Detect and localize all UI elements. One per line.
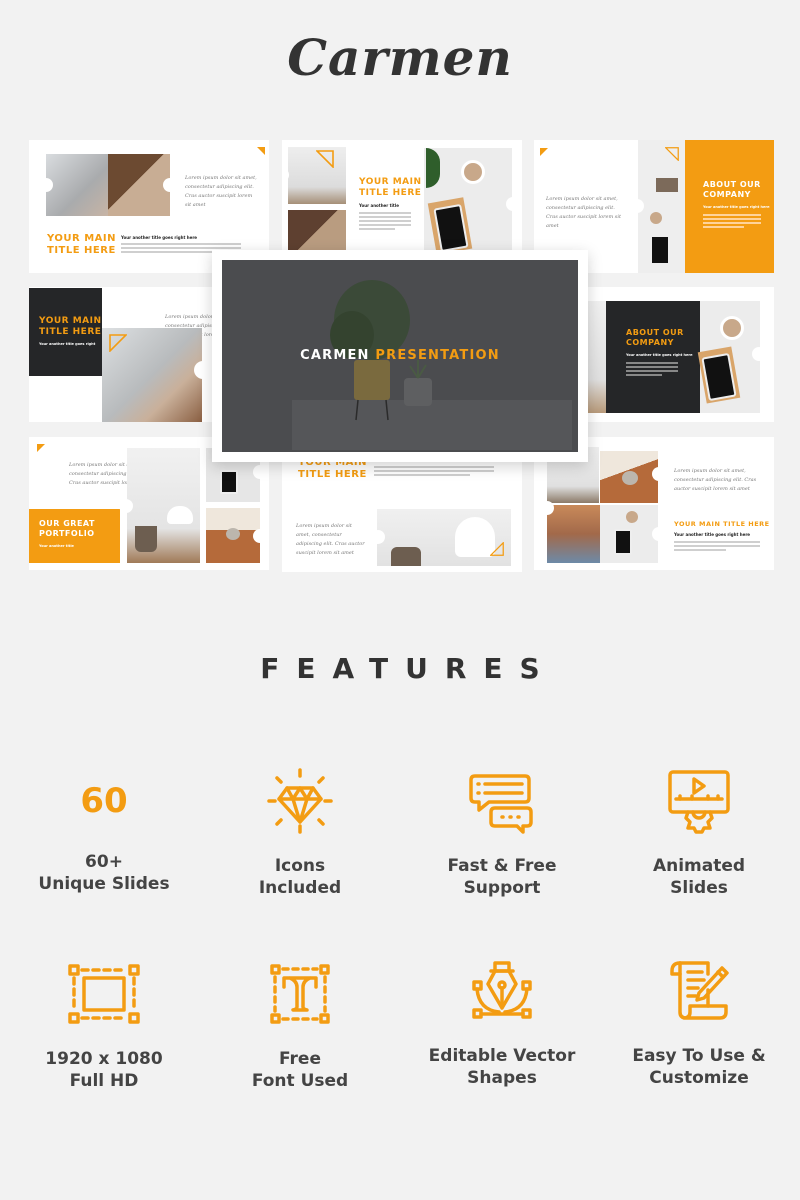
feature-free-font: Free Font Used [210, 958, 390, 1092]
animated-monitor-gear-icon [609, 765, 789, 837]
slide-subtitle: Your another title [39, 544, 74, 548]
orange-panel: OUR GREAT PORTFOLIO Your another title [29, 509, 120, 563]
slide-title: YOUR MAIN TITLE HERE [359, 177, 422, 198]
resize-frame-icon [14, 958, 194, 1030]
slide-subtitle: Your another title [359, 203, 399, 208]
tablet-coffee-photo [424, 148, 512, 250]
feature-animated-slides: Animated Slides [609, 765, 789, 899]
slide-subtitle: Your another title goes right here [703, 205, 770, 209]
slides-count: 60 [80, 781, 128, 821]
feature-icons-included: Icons Included [210, 765, 390, 899]
slide-title: YOUR MAIN TITLE HERE [47, 233, 116, 256]
slide-subtitle: Your another title goes right here [121, 235, 197, 240]
feature-unique-slides: 60 60+ Unique Slides [38, 781, 170, 894]
slide-subtitle: Your another title goes right here [626, 353, 693, 357]
dark-panel: YOUR MAIN TITLE HERE Your another title g… [29, 288, 102, 376]
slide-title: YOUR MAIN TITLE HERE [39, 316, 102, 337]
handwriting-text: Lorem ipsum dolor sit amet, consectetur … [185, 175, 257, 208]
woman-building-photo [46, 154, 108, 216]
chair-coffee-photo [638, 140, 688, 273]
slide-title: OUR GREAT PORTFOLIO [39, 519, 95, 538]
document-edit-icon [609, 955, 789, 1027]
brand-logo: Carmen [287, 28, 513, 87]
pen-tool-icon [412, 955, 592, 1027]
dark-panel: ABOUT OUR COMPANY Your another title goes… [606, 301, 700, 413]
woman-portrait-photo [547, 505, 600, 563]
door-photo [108, 154, 170, 216]
chair-basket-photo [377, 509, 511, 566]
hero-title: CARMEN PRESENTATION [300, 348, 500, 363]
hero-slide-preview[interactable]: CARMEN PRESENTATION [212, 250, 588, 462]
tablet-coffee-photo [600, 505, 658, 563]
features-heading: FEATURES [260, 652, 557, 685]
orange-panel: ABOUT OUR COMPANY Your another title goes… [685, 140, 774, 273]
handwriting-text: Lorem ipsum dolor sit amet, consectetur … [546, 196, 621, 229]
font-t-icon [210, 958, 390, 1030]
chair-basket-photo [127, 448, 200, 563]
slide-thumbnail-2[interactable]: YOUR MAIN TITLE HERE Your another title [282, 140, 522, 250]
plant-floor-photo [600, 451, 658, 503]
tablet-coffee-photo [697, 301, 760, 413]
diamond-icon [210, 765, 390, 837]
feature-full-hd: 1920 x 1080 Full HD [14, 958, 194, 1092]
handwriting-text: Lorem ipsum dolor sit amet, consectetur … [674, 468, 757, 492]
slide-subtitle: Your another title goes right [39, 342, 96, 346]
handwriting-text: Lorem ipsum dolor sit amet, consectetur … [296, 523, 365, 556]
chat-bubbles-icon [412, 765, 592, 837]
slide-title: YOUR MAIN TITLE HERE [674, 520, 770, 528]
feature-support: Fast & Free Support [412, 765, 592, 899]
feature-easy-customize: Easy To Use & Customize [609, 955, 789, 1089]
slide-subtitle: Your another title goes right here [674, 532, 750, 537]
feature-vector-shapes: Editable Vector Shapes [412, 955, 592, 1089]
slide-title: ABOUT OUR COMPANY [626, 328, 684, 347]
door-photo [288, 210, 346, 250]
plant-floor-photo [206, 508, 260, 563]
slide-title: ABOUT OUR COMPANY [703, 180, 761, 199]
